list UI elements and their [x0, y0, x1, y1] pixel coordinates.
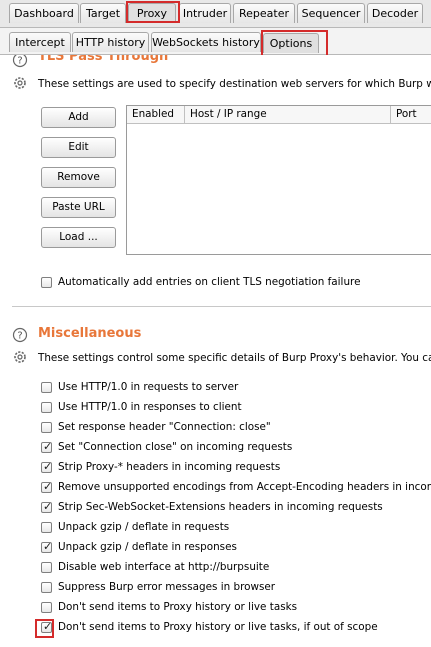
misc-option-checkbox[interactable]: ✓ [41, 620, 53, 633]
tab-http-history[interactable]: HTTP history [72, 32, 149, 52]
column-host-ip-range[interactable]: Host / IP range [185, 106, 391, 123]
misc-option-checkbox[interactable]: ✓ [41, 460, 53, 473]
table-header: Enabled Host / IP range Port [127, 106, 431, 124]
misc-option-checkbox[interactable]: ✓ [41, 522, 52, 533]
misc-option-label: Unpack gzip / deflate in responses [58, 541, 237, 553]
auto-add-checkbox[interactable]: ✓ [41, 277, 52, 288]
tab-dashboard[interactable]: Dashboard [9, 3, 79, 23]
misc-option-checkbox[interactable]: ✓ [41, 480, 53, 493]
misc-option-checkbox[interactable]: ✓ [41, 540, 53, 553]
check-icon: ✓ [43, 500, 53, 513]
section-divider [12, 306, 431, 307]
tab-repeater[interactable]: Repeater [233, 3, 295, 23]
check-icon: ✓ [43, 480, 53, 493]
tab-proxy[interactable]: Proxy [128, 3, 176, 23]
misc-option-checkbox[interactable]: ✓ [41, 602, 52, 613]
misc-option-label: Use HTTP/1.0 in responses to client [58, 401, 242, 413]
pass-through-table[interactable]: Enabled Host / IP range Port [126, 105, 431, 255]
misc-option-checkbox[interactable]: ✓ [41, 500, 53, 513]
main-tab-bar: Dashboard Target Proxy Intruder Repeater… [0, 0, 431, 28]
tab-sequencer[interactable]: Sequencer [297, 3, 365, 23]
miscellaneous-title: Miscellaneous [38, 326, 142, 341]
misc-option-label: Use HTTP/1.0 in requests to server [58, 381, 239, 393]
tab-intercept[interactable]: Intercept [9, 32, 71, 52]
tab-intruder[interactable]: Intruder [179, 3, 231, 23]
help-icon[interactable]: ? [12, 55, 28, 68]
help-icon[interactable]: ? [12, 327, 28, 343]
column-port[interactable]: Port [391, 106, 431, 123]
misc-option-label: Unpack gzip / deflate in requests [58, 521, 230, 533]
misc-option-checkbox[interactable]: ✓ [41, 402, 52, 413]
misc-option-checkbox[interactable]: ✓ [41, 382, 52, 393]
svg-text:?: ? [17, 331, 22, 342]
tab-websockets-history[interactable]: WebSockets history [151, 32, 261, 52]
check-icon: ✓ [43, 440, 53, 453]
remove-button[interactable]: Remove [41, 167, 116, 188]
tab-decoder[interactable]: Decoder [367, 3, 423, 23]
tab-options[interactable]: Options [263, 33, 319, 53]
check-icon: ✓ [43, 540, 53, 553]
misc-option-label: Strip Proxy-* headers in incoming reques… [58, 461, 281, 473]
misc-option-label: Set response header "Connection: close" [58, 421, 271, 433]
tls-pass-through-title: TLS Pass Through [38, 55, 169, 64]
misc-option-label: Disable web interface at http://burpsuit… [58, 561, 270, 573]
auto-add-label: Automatically add entries on client TLS … [58, 276, 361, 288]
misc-option-label: Strip Sec-WebSocket-Extensions headers i… [58, 501, 383, 513]
misc-option-checkbox[interactable]: ✓ [41, 440, 53, 453]
misc-option-label: Suppress Burp error messages in browser [58, 581, 276, 593]
edit-button[interactable]: Edit [41, 137, 116, 158]
miscellaneous-description: These settings control some specific det… [38, 352, 431, 364]
misc-option-checkbox[interactable]: ✓ [41, 582, 52, 593]
misc-option-checkbox[interactable]: ✓ [41, 422, 52, 433]
sub-tab-bar: Intercept HTTP history WebSockets histor… [0, 28, 431, 55]
check-icon: ✓ [43, 460, 53, 473]
misc-option-checkbox[interactable]: ✓ [41, 562, 52, 573]
paste-url-button[interactable]: Paste URL [41, 197, 116, 218]
gear-icon[interactable] [12, 75, 28, 91]
options-panel: ? TLS Pass Through These settings are us… [0, 55, 431, 647]
tab-target[interactable]: Target [80, 3, 126, 23]
misc-option-label: Don't send items to Proxy history or liv… [58, 601, 298, 613]
svg-text:?: ? [17, 56, 22, 67]
tls-pass-through-description: These settings are used to specify desti… [38, 78, 431, 90]
check-icon: ✓ [43, 620, 53, 633]
load-button[interactable]: Load ... [41, 227, 116, 248]
misc-option-label: Set "Connection close" on incoming reque… [58, 441, 293, 453]
column-enabled[interactable]: Enabled [127, 106, 185, 123]
add-button[interactable]: Add [41, 107, 116, 128]
gear-icon[interactable] [12, 349, 28, 365]
misc-option-label: Don't send items to Proxy history or liv… [58, 621, 378, 633]
misc-option-label: Remove unsupported encodings from Accept… [58, 481, 431, 493]
